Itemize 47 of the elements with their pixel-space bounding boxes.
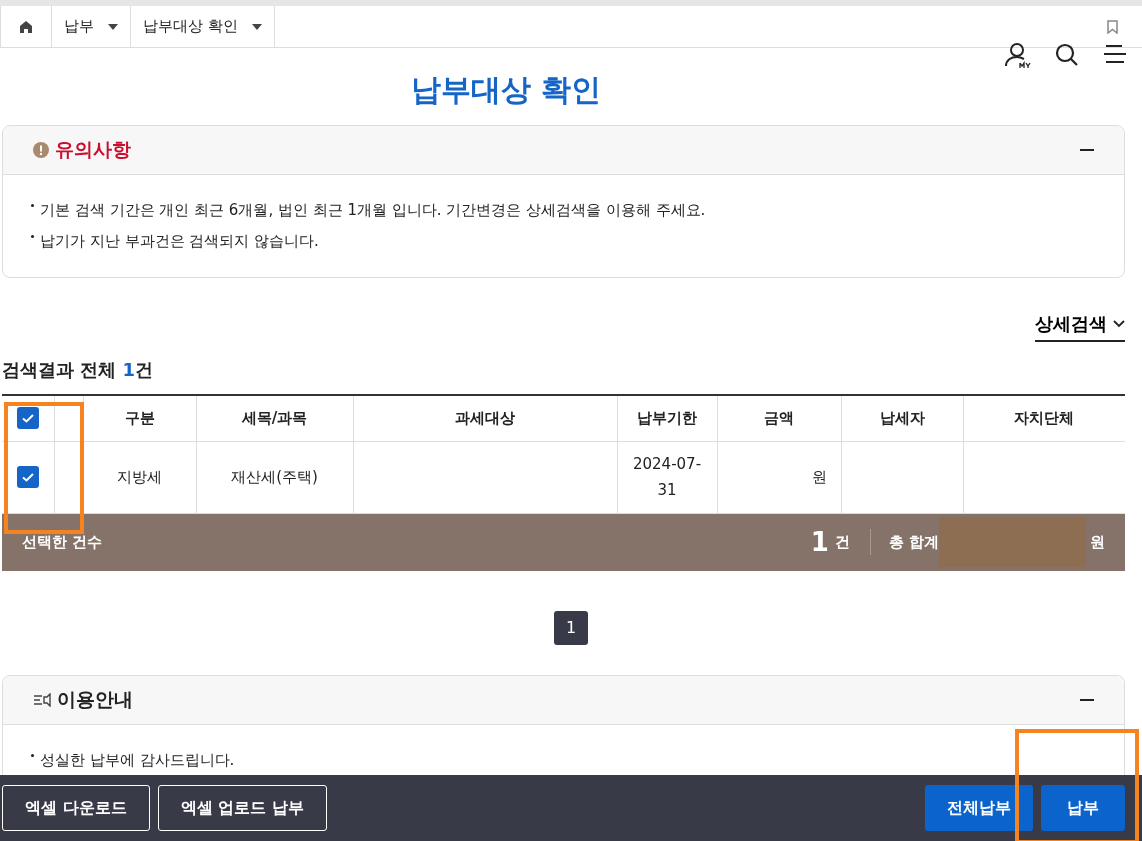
column-header: 금액	[717, 395, 841, 441]
page-button[interactable]: 1	[554, 610, 588, 645]
result-count: 검색결과 전체 1건	[2, 358, 155, 382]
footer-button[interactable]: 전체납부	[925, 785, 1033, 831]
search-icon	[1054, 42, 1080, 68]
column-header: 과세대상	[353, 395, 617, 441]
chevron-down-icon	[1113, 320, 1125, 328]
caret-icon	[108, 23, 118, 30]
menu-icon	[1102, 42, 1128, 66]
notice-text: 납기가 지난 부과건은 검색되지 않습니다.	[40, 232, 319, 251]
table-cell: 원	[811, 468, 827, 486]
table-cell: 지방세	[117, 468, 162, 486]
total-label: 총 합계	[888, 532, 939, 552]
guide-text: 성실한 납부에 감사드립니다.	[40, 750, 235, 770]
notice-text: 기본 검색 기간은 개인 최근 6개월, 법인 최근 1개월 입니다. 기간변경은 상세검색을 이용해 주세요.	[40, 201, 706, 220]
check-icon	[21, 472, 34, 482]
total-unit: 원	[1090, 532, 1105, 552]
list-icon	[33, 692, 51, 707]
table-cell: 재산세(주택)	[231, 468, 318, 486]
user-icon	[1004, 42, 1032, 70]
footer-button[interactable]: 엑셀 업로드 납부	[157, 785, 327, 831]
count-unit: 건	[834, 532, 850, 552]
alert-icon	[33, 142, 49, 158]
minus-icon	[1080, 149, 1094, 151]
column-header: 자치단체	[963, 395, 1125, 441]
summary-label: 선택한 건수	[22, 532, 104, 552]
page-title: 납부대상 확인	[409, 71, 603, 109]
table-cell: 2024-07-31	[632, 455, 702, 499]
home-button[interactable]	[0, 6, 52, 47]
select-all-checkbox[interactable]	[16, 407, 39, 430]
home-icon	[20, 20, 32, 33]
footer-button[interactable]: 납부	[1041, 785, 1125, 831]
check-icon	[21, 413, 34, 423]
guide-title: 이용안내	[57, 686, 134, 712]
column-header: 납세자	[841, 395, 963, 441]
minus-icon	[1080, 698, 1094, 701]
selected-count: 1	[810, 527, 829, 557]
footer-button[interactable]: 엑셀 다운로드	[2, 785, 150, 831]
my-page-button[interactable]	[1004, 42, 1032, 70]
bookmark-icon	[1106, 19, 1118, 34]
row-checkbox[interactable]	[16, 466, 39, 488]
notice-title: 유의사항	[55, 137, 132, 162]
column-header: 세목/과목	[196, 395, 353, 441]
column-header: 구분	[83, 395, 196, 441]
detail-search-toggle[interactable]: 상세검색	[1035, 312, 1125, 342]
column-header: 납부기한	[617, 395, 717, 441]
caret-icon	[251, 23, 262, 30]
